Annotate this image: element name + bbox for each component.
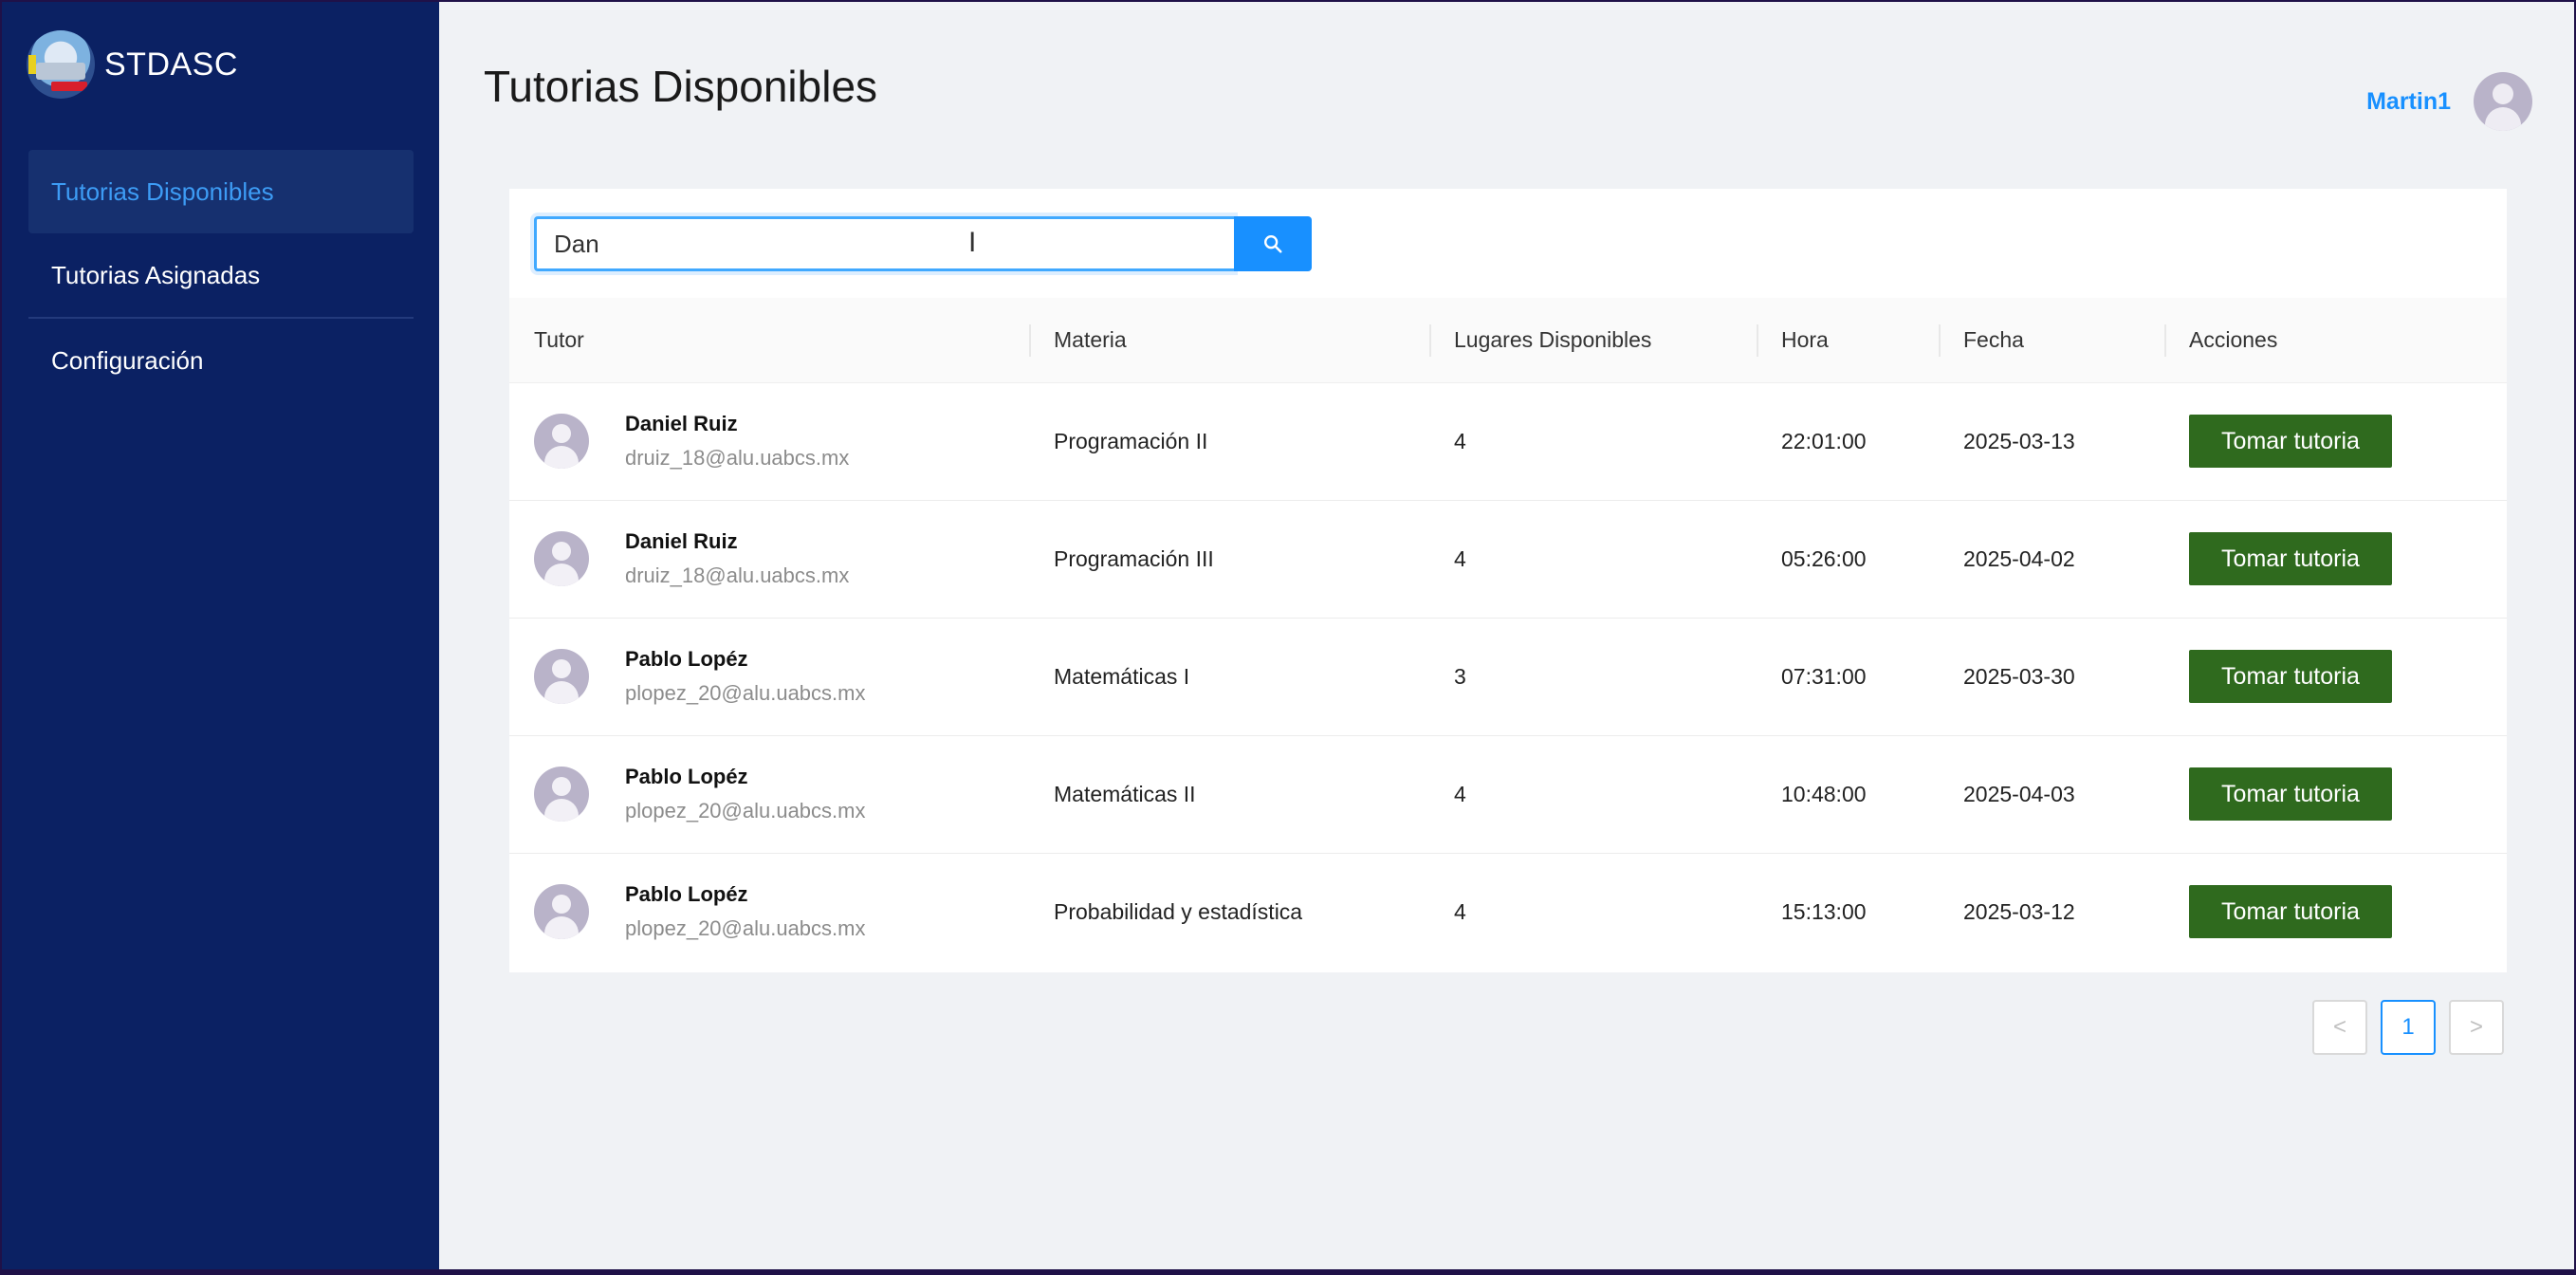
tutor-avatar — [534, 531, 589, 586]
tutor-email: plopez_20@alu.uabcs.mx — [625, 916, 866, 941]
sidebar-item-label: Tutorias Asignadas — [51, 260, 261, 289]
tutor-name: Daniel Ruiz — [625, 412, 738, 435]
tomar-tutoria-button[interactable]: Tomar tutoria — [2189, 885, 2392, 939]
materia-cell: Probabilidad y estadística — [1054, 898, 1303, 924]
search-bar — [534, 216, 1312, 271]
table-row: Daniel Ruiz druiz_18@alu.uabcs.mx Progra… — [509, 500, 2507, 618]
pagination-next-button[interactable]: > — [2449, 1000, 2504, 1055]
pagination-page-1[interactable]: 1 — [2381, 1000, 2436, 1055]
main-content: Tutorias Disponibles Martin1 I — [439, 2, 2574, 1269]
sidebar-item-label: Tutorias Disponibles — [51, 176, 274, 206]
table-row: Pablo Lopéz plopez_20@alu.uabcs.mx Matem… — [509, 618, 2507, 735]
brand-name: STDASC — [104, 46, 238, 83]
sidebar-item-configuracion[interactable]: Configuración — [28, 319, 414, 402]
fecha-cell: 2025-03-13 — [1963, 428, 2075, 453]
materia-cell: Matemáticas II — [1054, 781, 1196, 806]
hora-cell: 10:48:00 — [1781, 781, 1867, 806]
tutorias-card: I Tutor Materia Lugares Disponibles Hora… — [509, 189, 2507, 972]
tutor-email: druiz_18@alu.uabcs.mx — [625, 446, 850, 470]
fecha-cell: 2025-03-12 — [1963, 898, 2075, 924]
tomar-tutoria-button[interactable]: Tomar tutoria — [2189, 532, 2392, 585]
column-header-acciones: Acciones — [2164, 298, 2507, 383]
tutor-email: plopez_20@alu.uabcs.mx — [625, 681, 866, 705]
user-menu[interactable]: Martin1 — [2366, 72, 2532, 131]
lugares-cell: 3 — [1454, 663, 1466, 689]
materia-cell: Programación III — [1054, 545, 1214, 571]
fecha-cell: 2025-04-03 — [1963, 781, 2075, 806]
hora-cell: 22:01:00 — [1781, 428, 1867, 453]
sidebar: STDASC Tutorias Disponibles Tutorias Asi… — [2, 2, 439, 1269]
tutorias-table: Tutor Materia Lugares Disponibles Hora F… — [509, 298, 2507, 970]
fecha-cell: 2025-04-02 — [1963, 545, 2075, 571]
sidebar-nav: Tutorias Disponibles Tutorias Asignadas … — [28, 150, 414, 402]
search-icon — [1264, 235, 1282, 253]
tomar-tutoria-button[interactable]: Tomar tutoria — [2189, 415, 2392, 468]
lugares-cell: 4 — [1454, 428, 1466, 453]
user-name[interactable]: Martin1 — [2366, 88, 2451, 116]
search-input[interactable] — [534, 216, 1234, 271]
hora-cell: 07:31:00 — [1781, 663, 1867, 689]
lugares-cell: 4 — [1454, 781, 1466, 806]
lugares-cell: 4 — [1454, 898, 1466, 924]
fecha-cell: 2025-03-30 — [1963, 663, 2075, 689]
lugares-cell: 4 — [1454, 545, 1466, 571]
materia-cell: Programación II — [1054, 428, 1208, 453]
column-header-materia[interactable]: Materia — [1029, 298, 1429, 383]
tutor-avatar — [534, 884, 589, 940]
pagination-prev-button[interactable]: < — [2312, 1000, 2367, 1055]
column-header-lugares[interactable]: Lugares Disponibles — [1429, 298, 1757, 383]
page-title: Tutorias Disponibles — [484, 62, 878, 111]
table-row: Daniel Ruiz druiz_18@alu.uabcs.mx Progra… — [509, 382, 2507, 500]
tutor-avatar — [534, 414, 589, 469]
column-header-hora[interactable]: Hora — [1757, 298, 1939, 383]
chevron-right-icon: > — [2469, 1014, 2483, 1040]
app-window: STDASC Tutorias Disponibles Tutorias Asi… — [2, 2, 2574, 1269]
table-row: Pablo Lopéz plopez_20@alu.uabcs.mx Matem… — [509, 735, 2507, 853]
pagination: < 1 > — [2312, 1000, 2504, 1055]
sidebar-item-label: Configuración — [51, 345, 204, 375]
brand[interactable]: STDASC — [27, 27, 238, 102]
tutor-avatar — [534, 649, 589, 704]
tutor-name: Pablo Lopéz — [625, 882, 748, 907]
materia-cell: Matemáticas I — [1054, 663, 1190, 689]
logo-icon — [27, 30, 95, 99]
sidebar-item-tutorias-asignadas[interactable]: Tutorias Asignadas — [28, 233, 414, 317]
column-header-tutor[interactable]: Tutor — [509, 298, 1029, 383]
avatar[interactable] — [2474, 72, 2532, 131]
hora-cell: 05:26:00 — [1781, 545, 1867, 571]
sidebar-item-tutorias-disponibles[interactable]: Tutorias Disponibles — [28, 150, 414, 233]
tutor-avatar — [534, 767, 589, 822]
table-row: Pablo Lopéz plopez_20@alu.uabcs.mx Proba… — [509, 853, 2507, 970]
table-header-row: Tutor Materia Lugares Disponibles Hora F… — [509, 298, 2507, 383]
tutor-name: Daniel Ruiz — [625, 529, 738, 553]
tutor-email: plopez_20@alu.uabcs.mx — [625, 799, 866, 822]
tomar-tutoria-button[interactable]: Tomar tutoria — [2189, 767, 2392, 821]
tomar-tutoria-button[interactable]: Tomar tutoria — [2189, 650, 2392, 703]
tutor-name: Pablo Lopéz — [625, 647, 748, 671]
column-header-fecha[interactable]: Fecha — [1939, 298, 2164, 383]
tutor-name: Pablo Lopéz — [625, 765, 748, 788]
chevron-left-icon: < — [2332, 1014, 2346, 1040]
hora-cell: 15:13:00 — [1781, 898, 1867, 924]
tutor-email: druiz_18@alu.uabcs.mx — [625, 564, 850, 587]
search-button[interactable] — [1234, 216, 1312, 271]
